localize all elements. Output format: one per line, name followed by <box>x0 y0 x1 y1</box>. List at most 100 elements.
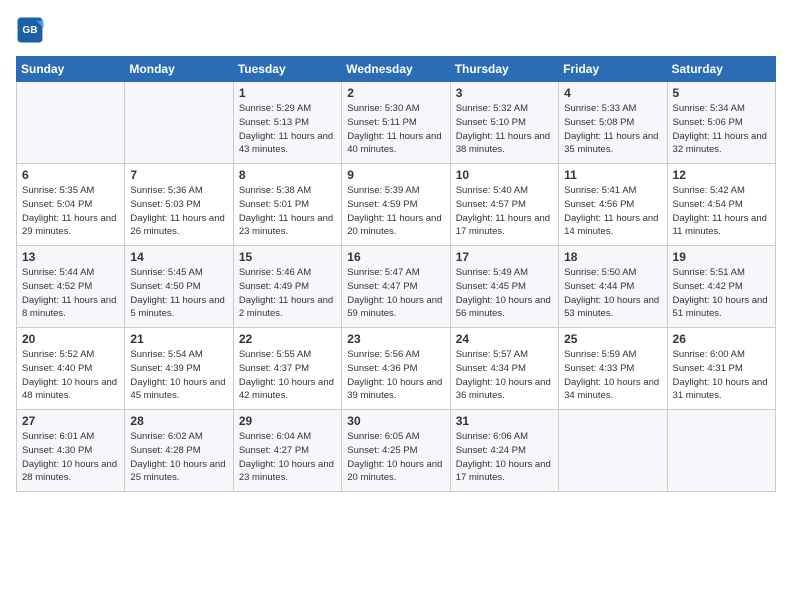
calendar-cell: 19Sunrise: 5:51 AMSunset: 4:42 PMDayligh… <box>667 246 775 328</box>
day-number: 19 <box>673 250 770 264</box>
day-number: 8 <box>239 168 336 182</box>
day-number: 26 <box>673 332 770 346</box>
calendar-cell <box>667 410 775 492</box>
day-info: Sunrise: 5:54 AMSunset: 4:39 PMDaylight:… <box>130 348 227 403</box>
day-number: 24 <box>456 332 553 346</box>
calendar-cell: 4 Sunrise: 5:33 AMSunset: 5:08 PMDaylight… <box>559 82 667 164</box>
calendar-cell: 14Sunrise: 5:45 AMSunset: 4:50 PMDayligh… <box>125 246 233 328</box>
day-info: Sunrise: 5:33 AMSunset: 5:08 PMDaylight:… <box>564 102 661 157</box>
calendar-cell: 27 Sunrise: 6:01 AMSunset: 4:30 PMDayligh… <box>17 410 125 492</box>
page-header: GB <box>16 16 776 44</box>
day-info: Sunrise: 5:36 AMSunset: 5:03 PMDaylight:… <box>130 184 227 239</box>
day-number: 3 <box>456 86 553 100</box>
day-info: Sunrise: 5:46 AMSunset: 4:49 PMDaylight:… <box>239 266 336 321</box>
calendar-cell: 3 Sunrise: 5:32 AMSunset: 5:10 PMDaylight… <box>450 82 558 164</box>
day-info: Sunrise: 6:06 AMSunset: 4:24 PMDaylight:… <box>456 430 553 485</box>
day-number: 1 <box>239 86 336 100</box>
day-number: 5 <box>673 86 770 100</box>
calendar-cell: 29Sunrise: 6:04 AMSunset: 4:27 PMDayligh… <box>233 410 341 492</box>
logo: GB <box>16 16 48 44</box>
calendar-cell: 11Sunrise: 5:41 AMSunset: 4:56 PMDayligh… <box>559 164 667 246</box>
day-number: 18 <box>564 250 661 264</box>
day-number: 14 <box>130 250 227 264</box>
calendar-cell: 10Sunrise: 5:40 AMSunset: 4:57 PMDayligh… <box>450 164 558 246</box>
calendar-cell: 28 Sunrise: 6:02 AMSunset: 4:28 PMDayligh… <box>125 410 233 492</box>
calendar-cell: 2Sunrise: 5:30 AMSunset: 5:11 PMDaylight… <box>342 82 450 164</box>
day-info: Sunrise: 6:04 AMSunset: 4:27 PMDaylight:… <box>239 430 336 485</box>
day-info: Sunrise: 5:39 AMSunset: 4:59 PMDaylight:… <box>347 184 444 239</box>
calendar-week-row: 13Sunrise: 5:44 AMSunset: 4:52 PMDayligh… <box>17 246 776 328</box>
day-number: 16 <box>347 250 444 264</box>
calendar-cell: 8 Sunrise: 5:38 AMSunset: 5:01 PMDaylight… <box>233 164 341 246</box>
day-info: Sunrise: 6:01 AMSunset: 4:30 PMDaylight:… <box>22 430 119 485</box>
calendar-week-row: 1 Sunrise: 5:29 AMSunset: 5:13 PMDaylight… <box>17 82 776 164</box>
day-number: 23 <box>347 332 444 346</box>
calendar-cell: 6 Sunrise: 5:35 AMSunset: 5:04 PMDaylight… <box>17 164 125 246</box>
calendar-week-row: 20 Sunrise: 5:52 AMSunset: 4:40 PMDayligh… <box>17 328 776 410</box>
day-info: Sunrise: 6:00 AMSunset: 4:31 PMDaylight:… <box>673 348 770 403</box>
calendar-cell <box>559 410 667 492</box>
day-info: Sunrise: 5:35 AMSunset: 5:04 PMDaylight:… <box>22 184 119 239</box>
calendar-cell: 17 Sunrise: 5:49 AMSunset: 4:45 PMDayligh… <box>450 246 558 328</box>
calendar-header: SundayMondayTuesdayWednesdayThursdayFrid… <box>17 57 776 82</box>
day-info: Sunrise: 5:59 AMSunset: 4:33 PMDaylight:… <box>564 348 661 403</box>
day-number: 27 <box>22 414 119 428</box>
calendar-table: SundayMondayTuesdayWednesdayThursdayFrid… <box>16 56 776 492</box>
day-info: Sunrise: 5:49 AMSunset: 4:45 PMDaylight:… <box>456 266 553 321</box>
day-number: 7 <box>130 168 227 182</box>
weekday-header: Monday <box>125 57 233 82</box>
calendar-cell: 1 Sunrise: 5:29 AMSunset: 5:13 PMDaylight… <box>233 82 341 164</box>
day-info: Sunrise: 5:44 AMSunset: 4:52 PMDaylight:… <box>22 266 119 321</box>
day-number: 15 <box>239 250 336 264</box>
weekday-header: Saturday <box>667 57 775 82</box>
calendar-week-row: 6 Sunrise: 5:35 AMSunset: 5:04 PMDaylight… <box>17 164 776 246</box>
calendar-week-row: 27 Sunrise: 6:01 AMSunset: 4:30 PMDayligh… <box>17 410 776 492</box>
calendar-cell: 20 Sunrise: 5:52 AMSunset: 4:40 PMDayligh… <box>17 328 125 410</box>
day-info: Sunrise: 5:42 AMSunset: 4:54 PMDaylight:… <box>673 184 770 239</box>
day-info: Sunrise: 6:02 AMSunset: 4:28 PMDaylight:… <box>130 430 227 485</box>
weekday-header: Tuesday <box>233 57 341 82</box>
calendar-cell: 26 Sunrise: 6:00 AMSunset: 4:31 PMDayligh… <box>667 328 775 410</box>
calendar-cell: 22 Sunrise: 5:55 AMSunset: 4:37 PMDayligh… <box>233 328 341 410</box>
day-number: 17 <box>456 250 553 264</box>
day-number: 21 <box>130 332 227 346</box>
day-info: Sunrise: 5:56 AMSunset: 4:36 PMDaylight:… <box>347 348 444 403</box>
day-info: Sunrise: 5:52 AMSunset: 4:40 PMDaylight:… <box>22 348 119 403</box>
calendar-cell: 25 Sunrise: 5:59 AMSunset: 4:33 PMDayligh… <box>559 328 667 410</box>
day-number: 6 <box>22 168 119 182</box>
day-number: 25 <box>564 332 661 346</box>
day-number: 31 <box>456 414 553 428</box>
weekday-header: Friday <box>559 57 667 82</box>
day-info: Sunrise: 5:29 AMSunset: 5:13 PMDaylight:… <box>239 102 336 157</box>
calendar-cell: 12 Sunrise: 5:42 AMSunset: 4:54 PMDayligh… <box>667 164 775 246</box>
day-number: 28 <box>130 414 227 428</box>
day-number: 4 <box>564 86 661 100</box>
weekday-header: Wednesday <box>342 57 450 82</box>
day-info: Sunrise: 6:05 AMSunset: 4:25 PMDaylight:… <box>347 430 444 485</box>
calendar-cell: 30 Sunrise: 6:05 AMSunset: 4:25 PMDayligh… <box>342 410 450 492</box>
calendar-cell: 15 Sunrise: 5:46 AMSunset: 4:49 PMDayligh… <box>233 246 341 328</box>
calendar-cell: 7 Sunrise: 5:36 AMSunset: 5:03 PMDaylight… <box>125 164 233 246</box>
day-info: Sunrise: 5:57 AMSunset: 4:34 PMDaylight:… <box>456 348 553 403</box>
day-number: 9 <box>347 168 444 182</box>
day-info: Sunrise: 5:34 AMSunset: 5:06 PMDaylight:… <box>673 102 770 157</box>
logo-icon: GB <box>16 16 44 44</box>
day-info: Sunrise: 5:32 AMSunset: 5:10 PMDaylight:… <box>456 102 553 157</box>
calendar-cell: 21 Sunrise: 5:54 AMSunset: 4:39 PMDayligh… <box>125 328 233 410</box>
day-number: 30 <box>347 414 444 428</box>
calendar-cell <box>125 82 233 164</box>
day-info: Sunrise: 5:55 AMSunset: 4:37 PMDaylight:… <box>239 348 336 403</box>
weekday-header: Sunday <box>17 57 125 82</box>
day-number: 20 <box>22 332 119 346</box>
calendar-cell: 24 Sunrise: 5:57 AMSunset: 4:34 PMDayligh… <box>450 328 558 410</box>
calendar-cell: 18 Sunrise: 5:50 AMSunset: 4:44 PMDayligh… <box>559 246 667 328</box>
day-number: 12 <box>673 168 770 182</box>
day-info: Sunrise: 5:38 AMSunset: 5:01 PMDaylight:… <box>239 184 336 239</box>
day-info: Sunrise: 5:40 AMSunset: 4:57 PMDaylight:… <box>456 184 553 239</box>
calendar-cell: 9 Sunrise: 5:39 AMSunset: 4:59 PMDaylight… <box>342 164 450 246</box>
svg-text:GB: GB <box>22 25 37 36</box>
day-info: Sunrise: 5:50 AMSunset: 4:44 PMDaylight:… <box>564 266 661 321</box>
day-number: 11 <box>564 168 661 182</box>
day-number: 22 <box>239 332 336 346</box>
day-info: Sunrise: 5:30 AMSunset: 5:11 PMDaylight:… <box>347 102 444 157</box>
